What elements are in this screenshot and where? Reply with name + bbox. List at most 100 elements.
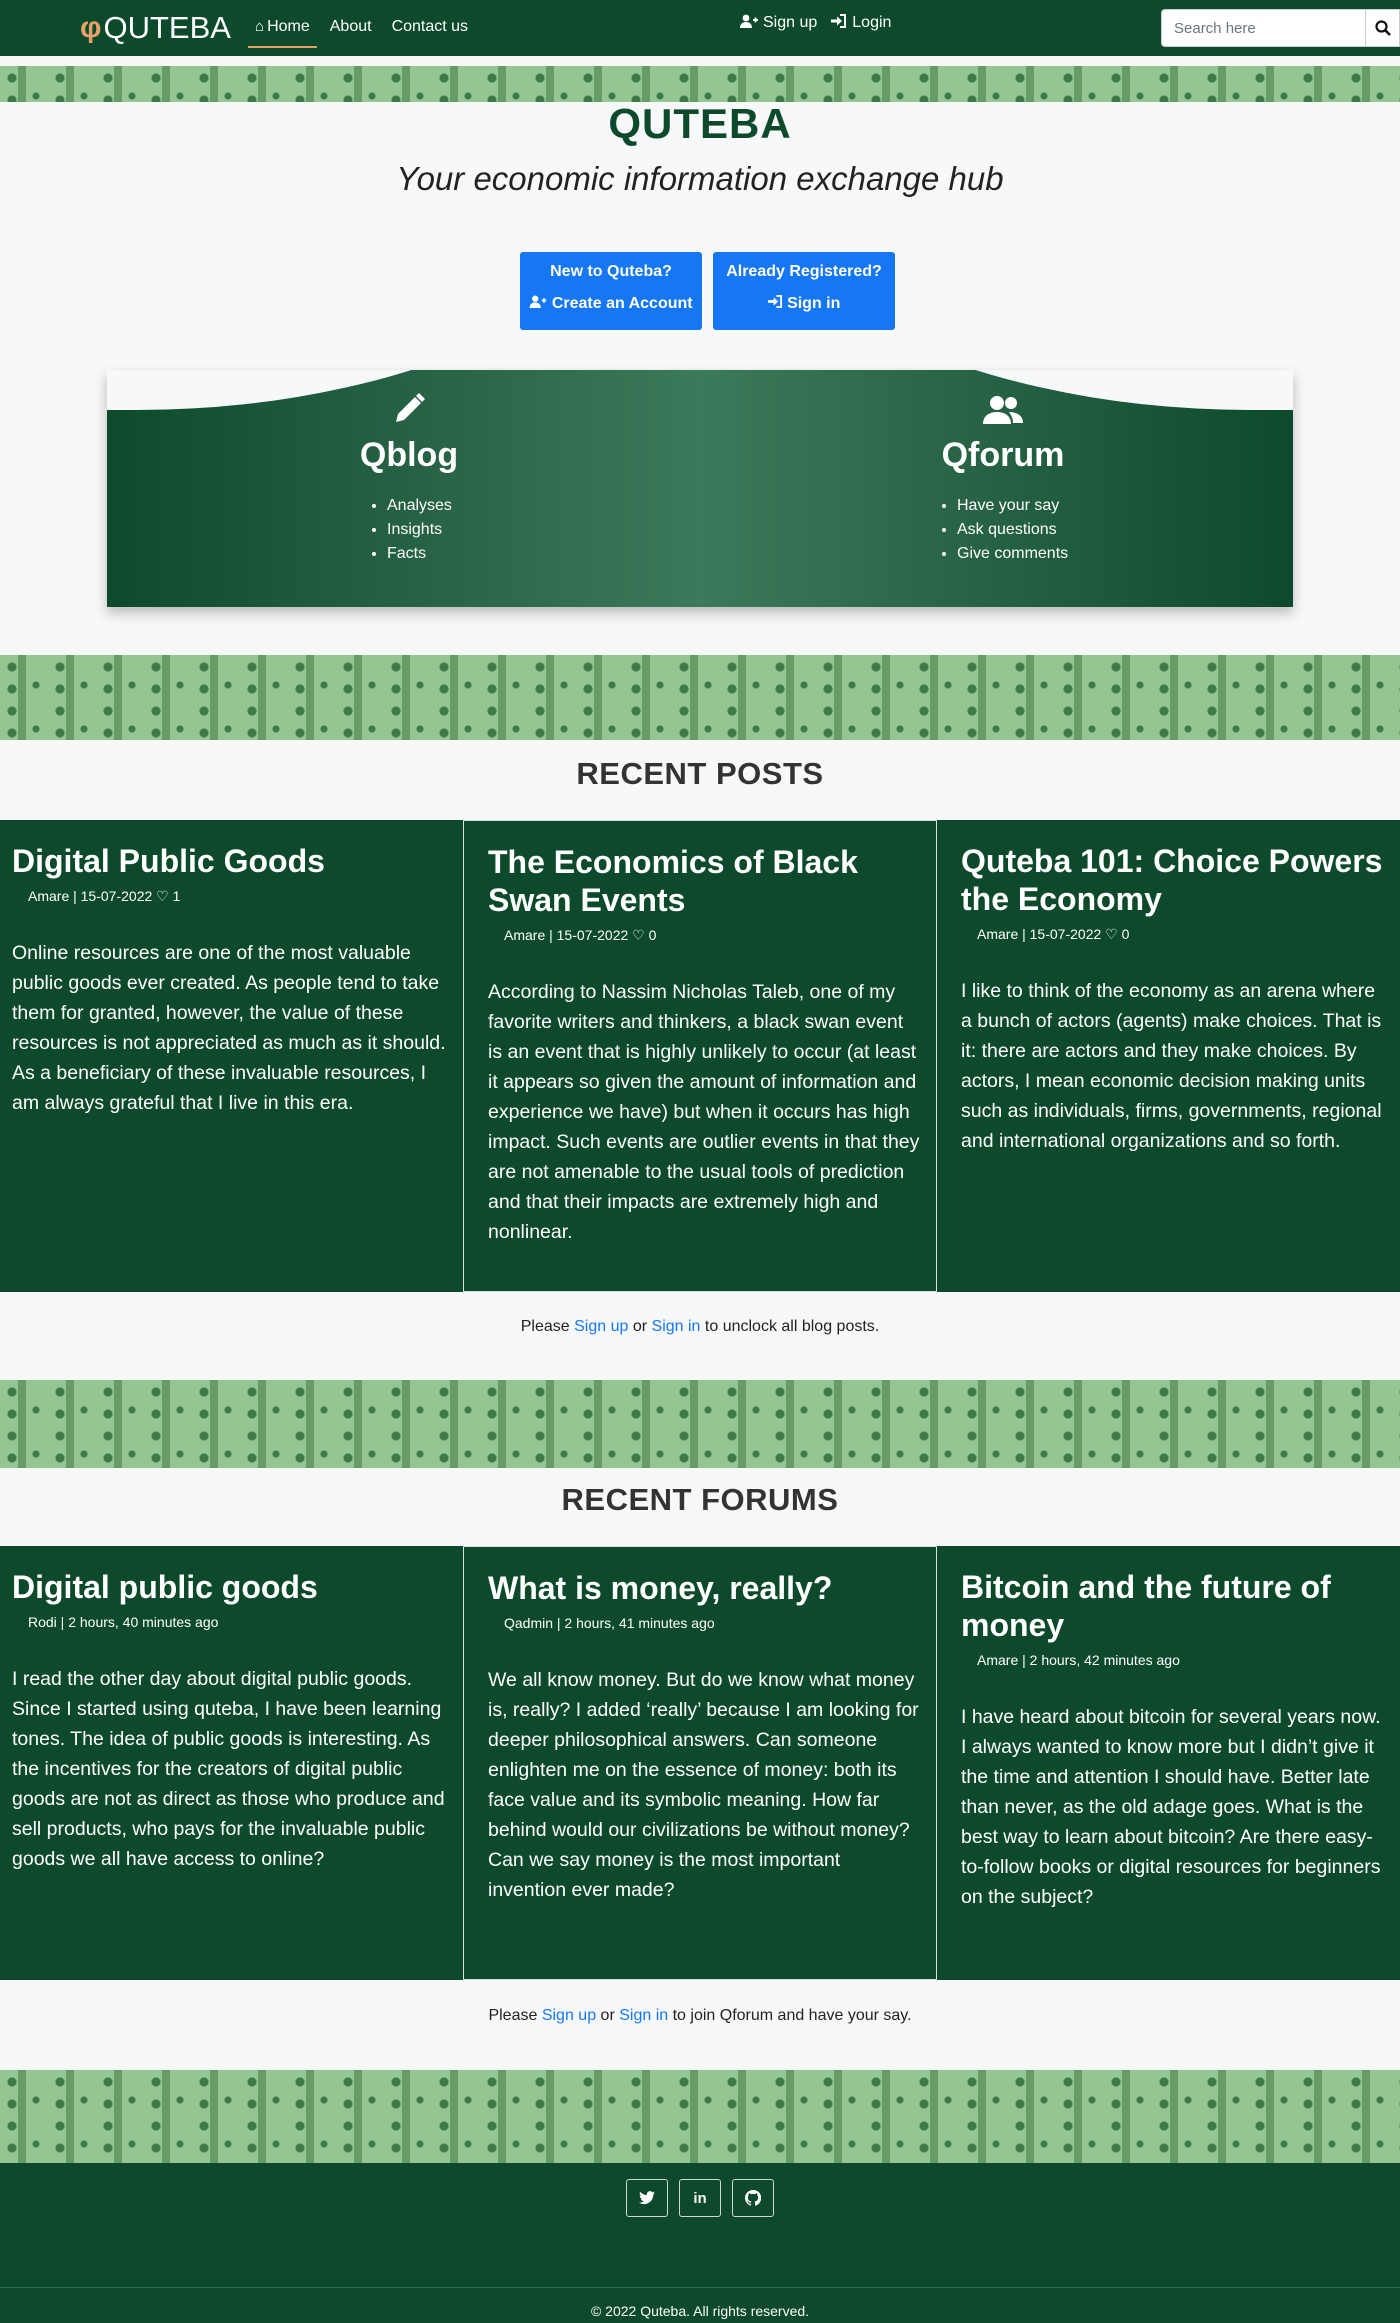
post-excerpt: According to Nassim Nicholas Taleb, one … xyxy=(488,981,920,1243)
qforum-item: Have your say xyxy=(957,494,1068,518)
heart-icon[interactable]: ♡ xyxy=(1105,926,1118,942)
notice-signup-link[interactable]: Sign up xyxy=(542,2007,596,2024)
nav-home[interactable]: ⌂ Home xyxy=(248,8,317,48)
search-button[interactable] xyxy=(1366,9,1400,47)
pattern-band xyxy=(0,1380,1400,1468)
user-plus-icon xyxy=(529,295,547,312)
post-title[interactable]: The Economics of Black Swan Events xyxy=(488,843,922,919)
github-link[interactable] xyxy=(732,2179,774,2217)
linkedin-link[interactable]: in xyxy=(679,2179,721,2217)
forum-card[interactable]: Digital public goods Rodi | 2 hours, 40 … xyxy=(0,1546,463,1980)
forum-excerpt: I read the other day about digital publi… xyxy=(12,1668,445,1870)
login-link[interactable]: Login xyxy=(831,14,891,32)
qblog-item: Analyses xyxy=(387,494,452,518)
post-title[interactable]: Quteba 101: Choice Powers the Economy xyxy=(961,842,1386,918)
user-plus-icon xyxy=(740,14,758,32)
twitter-icon xyxy=(639,2191,655,2205)
notice-signup-link[interactable]: Sign up xyxy=(574,1318,628,1335)
post-likes: 0 xyxy=(648,927,657,943)
forum-meta: Amare | 2 hours, 42 minutes ago xyxy=(977,1652,1180,1668)
notice-text: to unclock all blog posts. xyxy=(704,1318,880,1335)
book-page-qforum[interactable]: Qforum Have your say Ask questions Give … xyxy=(700,370,1293,607)
post-likes: 1 xyxy=(172,888,181,904)
qblog-item: Insights xyxy=(387,518,452,542)
post-excerpt: I like to think of the economy as an are… xyxy=(961,980,1382,1152)
post-author-date: Amare | 15-07-2022 xyxy=(28,888,153,904)
post-title[interactable]: Digital Public Goods xyxy=(12,842,449,880)
post-author-date: Amare | 15-07-2022 xyxy=(977,926,1102,942)
forum-excerpt: I have heard about bitcoin for several y… xyxy=(961,1706,1381,1908)
pattern-band xyxy=(0,66,1400,102)
sign-in-line2: Sign in xyxy=(713,294,895,314)
nav-contact[interactable]: Contact us xyxy=(385,8,475,48)
notice-signin-link[interactable]: Sign in xyxy=(652,1318,701,1335)
forum-excerpt: We all know money. But do we know what m… xyxy=(488,1669,919,1901)
linkedin-icon: in xyxy=(693,2189,707,2207)
heart-icon[interactable]: ♡ xyxy=(156,888,169,904)
sign-in-label: Sign in xyxy=(787,295,841,312)
forum-title[interactable]: Bitcoin and the future of money xyxy=(961,1568,1386,1644)
copyright-text: 2022 Quteba. All rights reserved. xyxy=(605,2303,810,2319)
post-card[interactable]: Quteba 101: Choice Powers the Economy Am… xyxy=(937,820,1400,1292)
sign-in-button[interactable]: Already Registered? Sign in xyxy=(713,252,895,330)
book-page-qblog[interactable]: Qblog Analyses Insights Facts xyxy=(107,370,700,607)
recent-forums-heading: RECENT FORUMS xyxy=(561,1482,839,1517)
brand[interactable]: φ QUTEBA xyxy=(80,8,231,48)
post-card[interactable]: The Economics of Black Swan Events Amare… xyxy=(463,820,937,1292)
forum-card[interactable]: What is money, really? Qadmin | 2 hours,… xyxy=(463,1546,937,1980)
post-meta: Amare | 15-07-2022 ♡ 0 xyxy=(488,925,922,945)
copyright-icon: © xyxy=(590,2303,602,2319)
nav-home-label: Home xyxy=(267,18,310,35)
footer-divider xyxy=(0,2287,1400,2288)
forum-card[interactable]: Bitcoin and the future of money Amare | … xyxy=(937,1546,1400,1980)
footer: in © 2022 Quteba. All rights reserved. xyxy=(0,2163,1400,2323)
logo-icon: φ xyxy=(80,11,102,44)
qforum-item: Give comments xyxy=(957,542,1068,566)
forum-meta: Rodi | 2 hours, 40 minutes ago xyxy=(28,1614,219,1630)
heart-icon[interactable]: ♡ xyxy=(632,927,645,943)
signup-link[interactable]: Sign up xyxy=(740,14,817,32)
forum-card-content: Bitcoin and the future of money Amare | … xyxy=(961,1568,1386,1912)
twitter-link[interactable] xyxy=(626,2179,668,2217)
login-label: Login xyxy=(852,14,892,31)
post-card-content: The Economics of Black Swan Events Amare… xyxy=(488,843,922,1247)
sign-in-icon xyxy=(831,14,847,32)
post-likes: 0 xyxy=(1121,926,1130,942)
notice-text: or xyxy=(632,1318,648,1335)
navbar: φ QUTEBA ⌂ Home About Contact us Sign up … xyxy=(0,0,1400,56)
create-account-label: Create an Account xyxy=(551,295,693,312)
nav-about[interactable]: About xyxy=(323,8,379,48)
copyright: © 2022 Quteba. All rights reserved. xyxy=(0,2291,1400,2323)
qblog-list: Analyses Insights Facts xyxy=(387,494,452,566)
qforum-list: Have your say Ask questions Give comment… xyxy=(957,494,1068,566)
forum-meta: Qadmin | 2 hours, 41 minutes ago xyxy=(504,1615,715,1631)
post-excerpt: Online resources are one of the most val… xyxy=(12,942,446,1114)
qforum-section: Qforum xyxy=(928,392,1078,475)
home-icon: ⌂ xyxy=(255,18,265,35)
post-card[interactable]: Digital Public Goods Amare | 15-07-2022 … xyxy=(0,820,463,1292)
auth-links: Sign up Login xyxy=(740,14,905,32)
feature-book: Qblog Analyses Insights Facts Qforum Hav… xyxy=(107,370,1293,607)
post-card-content: Quteba 101: Choice Powers the Economy Am… xyxy=(961,842,1386,1156)
post-meta: Amare | 15-07-2022 ♡ 0 xyxy=(961,924,1386,944)
forum-card-content: What is money, really? Qadmin | 2 hours,… xyxy=(488,1569,922,1905)
create-account-line1: New to Quteba? xyxy=(550,263,672,280)
forum-card-content: Digital public goods Rodi | 2 hours, 40 … xyxy=(12,1568,449,1874)
sign-in-line1: Already Registered? xyxy=(726,263,882,280)
forum-title[interactable]: What is money, really? xyxy=(488,1569,922,1607)
notice-text: Please xyxy=(520,1318,570,1335)
notice-signin-link[interactable]: Sign in xyxy=(619,2007,668,2024)
post-author-date: Amare | 15-07-2022 xyxy=(504,927,629,943)
users-icon xyxy=(928,392,1078,435)
recent-posts-heading: RECENT POSTS xyxy=(576,756,824,791)
search-input[interactable] xyxy=(1161,9,1366,47)
search-icon xyxy=(1374,20,1391,36)
create-account-line2: Create an Account xyxy=(520,294,702,314)
create-account-button[interactable]: New to Quteba? Create an Account xyxy=(520,252,702,330)
forum-title[interactable]: Digital public goods xyxy=(12,1568,449,1606)
hero: QUTEBA Your economic information exchang… xyxy=(0,100,1400,200)
pencil-icon xyxy=(339,392,479,435)
post-card-content: Digital Public Goods Amare | 15-07-2022 … xyxy=(12,842,449,1118)
notice-text: Please xyxy=(488,2007,538,2024)
nav-links: ⌂ Home About Contact us xyxy=(248,8,481,48)
